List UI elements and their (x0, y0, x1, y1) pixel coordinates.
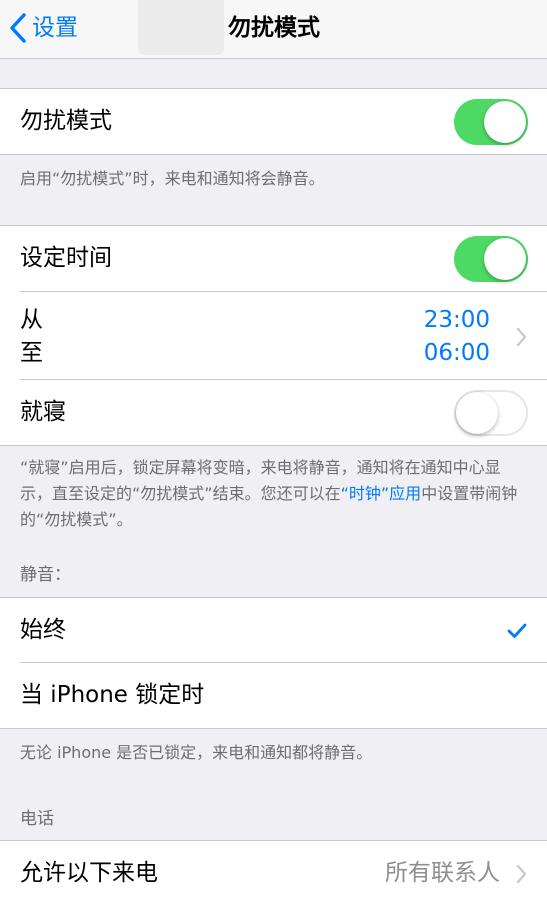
silence-note: 无论 iPhone 是否已锁定，来电和通知都将静音。 (20, 743, 373, 762)
schedule-row: 设定时间 (0, 226, 547, 292)
toggle-knob (484, 101, 526, 143)
dnd-note: 启用“勿扰模式”时，来电和通知将会静音。 (20, 169, 325, 188)
silence-group: 始终 当 iPhone 锁定时 (0, 597, 547, 729)
schedule-label: 设定时间 (20, 245, 112, 271)
allow-calls-value: 所有联系人 (385, 860, 500, 886)
locked-row[interactable]: 当 iPhone 锁定时 (0, 663, 547, 728)
phone-header: 电话 (20, 809, 54, 829)
back-button[interactable]: 设置 (8, 11, 78, 45)
toggle-knob (456, 392, 498, 434)
chevron-right-icon (516, 327, 527, 347)
to-time: 06:00 (423, 340, 490, 366)
silence-header: 静音： (20, 565, 71, 585)
checkmark-icon (507, 623, 527, 638)
dnd-toggle[interactable] (454, 99, 528, 145)
time-range-row[interactable]: 从 至 23:00 06:00 (0, 292, 547, 380)
navigation-bar: 设置 勿扰模式 (0, 0, 547, 59)
always-row[interactable]: 始终 (0, 598, 547, 663)
clock-app-link[interactable]: “时钟”应用 (341, 484, 422, 503)
bedtime-label: 就寝 (20, 399, 66, 425)
allow-calls-row[interactable]: 允许以下来电 所有联系人 (0, 841, 547, 906)
bedtime-toggle[interactable] (454, 390, 528, 436)
blurred-region (138, 0, 224, 55)
dnd-group: 勿扰模式 (0, 88, 547, 155)
back-button-label: 设置 (32, 15, 78, 41)
page-title: 勿扰模式 (228, 15, 320, 41)
from-label: 从 (20, 307, 43, 333)
chevron-right-icon (516, 864, 527, 884)
schedule-group: 设定时间 从 至 23:00 06:00 就寝 (0, 225, 547, 446)
dnd-label: 勿扰模式 (20, 108, 112, 134)
locked-label: 当 iPhone 锁定时 (20, 682, 205, 708)
bedtime-row: 就寝 (0, 380, 547, 445)
always-label: 始终 (20, 617, 66, 643)
toggle-knob (484, 238, 526, 280)
dnd-row: 勿扰模式 (0, 89, 547, 154)
from-time: 23:00 (423, 307, 490, 333)
chevron-left-icon (10, 13, 26, 43)
schedule-toggle[interactable] (454, 236, 528, 282)
to-label: 至 (20, 340, 43, 366)
allow-calls-label: 允许以下来电 (20, 860, 158, 886)
phone-group: 允许以下来电 所有联系人 (0, 840, 547, 920)
bedtime-note: “就寝”启用后，锁定屏幕将变暗，来电将静音，通知将在通知中心显示，直至设定的“勿… (20, 455, 530, 533)
